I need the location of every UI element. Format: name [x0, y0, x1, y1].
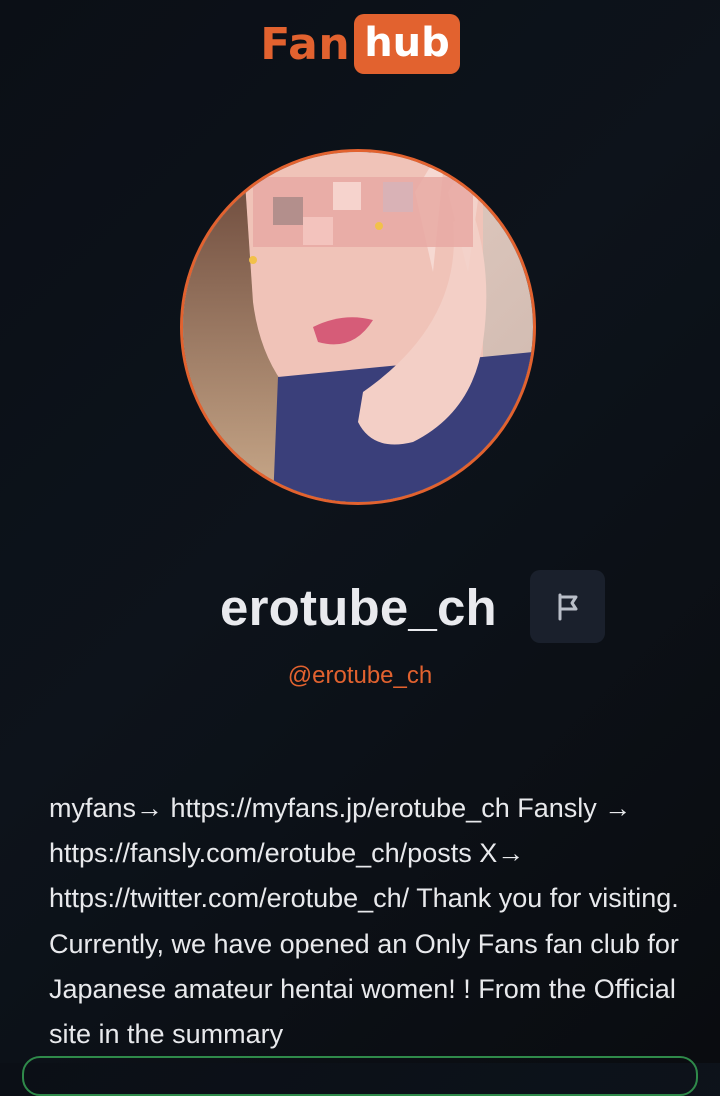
logo-text-hub: hub — [354, 14, 460, 74]
fanhub-logo[interactable]: Fan hub — [0, 13, 720, 75]
profile-handle[interactable]: @erotube_ch — [0, 660, 720, 692]
profile-bio: myfans→ https://myfans.jp/erotube_ch Fan… — [49, 793, 679, 1050]
flag-icon — [558, 593, 577, 620]
report-flag-button[interactable] — [530, 570, 605, 643]
profile-avatar — [180, 149, 536, 505]
bottom-card[interactable] — [22, 1056, 698, 1096]
logo-text-fan: Fan — [260, 18, 351, 70]
profile-display-name: erotube_ch — [220, 579, 497, 636]
